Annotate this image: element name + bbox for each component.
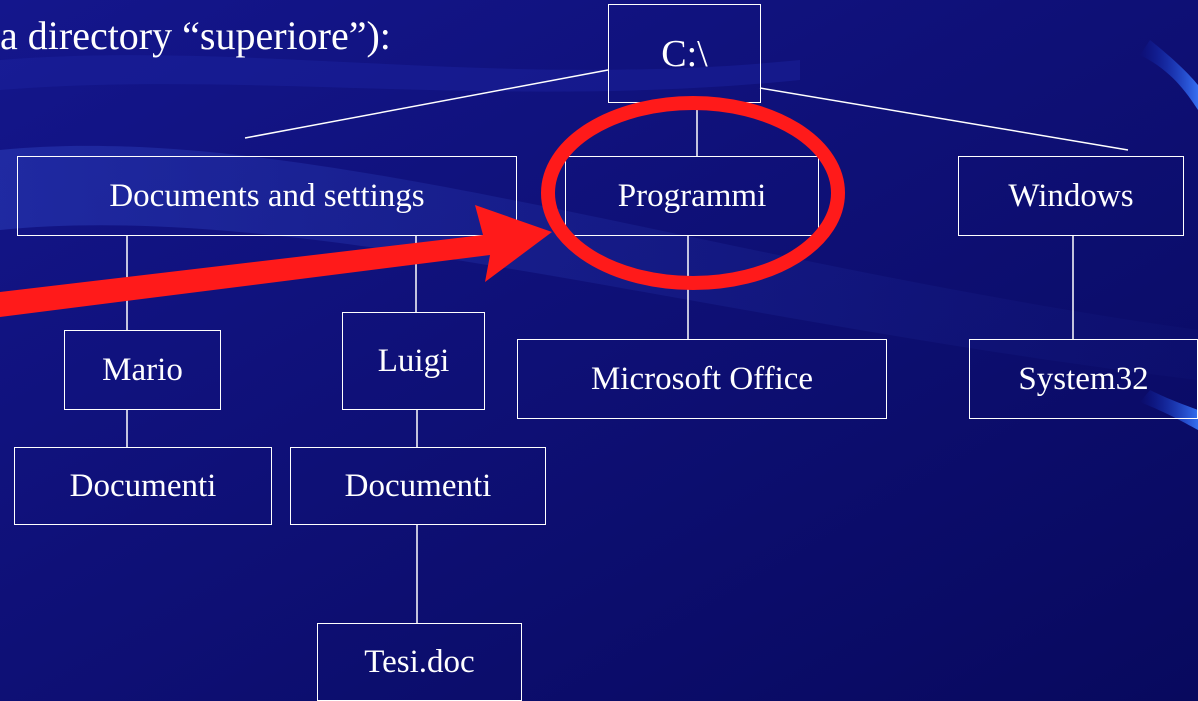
edge-root-documents: [244, 69, 609, 139]
slide-caption: a directory “superiore”):: [0, 13, 391, 58]
edge-root-windows: [759, 87, 1129, 151]
tree-node-microsoft-office: Microsoft Office: [517, 339, 887, 419]
tree-node-programmi: Programmi: [565, 156, 819, 236]
tree-node-documents-and-settings: Documents and settings: [17, 156, 517, 236]
tree-node-windows: Windows: [958, 156, 1184, 236]
tree-node-tesi-doc: Tesi.doc: [317, 623, 522, 701]
tree-node-documenti-mario: Documenti: [14, 447, 272, 525]
tree-node-luigi: Luigi: [342, 312, 485, 410]
tree-node-root: C:\: [608, 4, 761, 103]
tree-node-documenti-luigi: Documenti: [290, 447, 546, 525]
tree-node-mario: Mario: [64, 330, 221, 410]
tree-node-system32: System32: [969, 339, 1198, 419]
